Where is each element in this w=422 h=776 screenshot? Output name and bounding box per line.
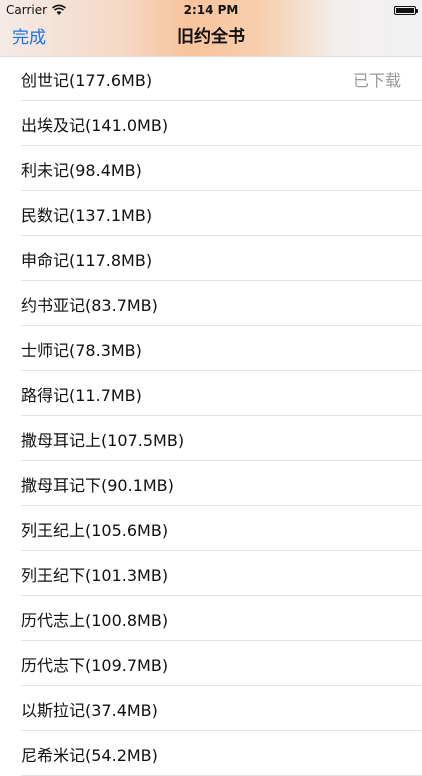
book-label: 利未记(98.4MB) bbox=[21, 160, 142, 180]
book-label: 民数记(137.1MB) bbox=[21, 205, 153, 225]
book-label: 历代志下(109.7MB) bbox=[21, 655, 169, 675]
book-label: 出埃及记(141.0MB) bbox=[21, 115, 169, 135]
list-item[interactable]: 撒母耳记上(107.5MB) bbox=[0, 416, 422, 461]
list-item[interactable]: 以斯拉记(37.4MB) bbox=[0, 686, 422, 731]
list-item[interactable]: 路得记(11.7MB) bbox=[0, 371, 422, 416]
book-label: 申命记(117.8MB) bbox=[21, 250, 153, 270]
book-label: 约书亚记(83.7MB) bbox=[21, 295, 158, 315]
list-item[interactable]: 士师记(78.3MB) bbox=[0, 326, 422, 371]
book-label: 创世记(177.6MB) bbox=[21, 70, 153, 90]
status-time: 2:14 PM bbox=[183, 3, 239, 17]
list-item[interactable]: 民数记(137.1MB) bbox=[0, 191, 422, 236]
status-bar: Carrier 2:14 PM bbox=[0, 0, 422, 20]
list-item[interactable]: 出埃及记(141.0MB) bbox=[0, 101, 422, 146]
list-item[interactable]: 约书亚记(83.7MB) bbox=[0, 281, 422, 326]
book-label: 士师记(78.3MB) bbox=[21, 340, 142, 360]
list-item[interactable]: 列王纪上(105.6MB) bbox=[0, 506, 422, 551]
navigation-bar: Carrier 2:14 PM 完成 旧约全书 bbox=[0, 0, 422, 57]
book-label: 列王纪下(101.3MB) bbox=[21, 565, 169, 585]
book-label: 历代志上(100.8MB) bbox=[21, 610, 169, 630]
book-label: 尼希米记(54.2MB) bbox=[21, 745, 158, 765]
battery-icon bbox=[394, 6, 418, 15]
list-item[interactable]: 申命记(117.8MB) bbox=[0, 236, 422, 281]
book-list: 创世记(177.6MB) 已下载 出埃及记(141.0MB) 利未记(98.4MB… bbox=[0, 56, 422, 776]
page-title: 旧约全书 bbox=[177, 27, 245, 47]
book-label: 撒母耳记上(107.5MB) bbox=[21, 430, 185, 450]
book-label: 撒母耳记下(90.1MB) bbox=[21, 475, 174, 495]
download-status: 已下载 bbox=[352, 70, 401, 90]
list-item[interactable]: 撒母耳记下(90.1MB) bbox=[0, 461, 422, 506]
list-item[interactable]: 历代志下(109.7MB) bbox=[0, 641, 422, 686]
list-item[interactable]: 历代志上(100.8MB) bbox=[0, 596, 422, 641]
list-item[interactable]: 创世记(177.6MB) 已下载 bbox=[0, 56, 422, 101]
book-label: 以斯拉记(37.4MB) bbox=[21, 700, 158, 720]
list-item[interactable]: 列王纪下(101.3MB) bbox=[0, 551, 422, 596]
book-label: 列王纪上(105.6MB) bbox=[21, 520, 169, 540]
book-label: 路得记(11.7MB) bbox=[21, 385, 142, 405]
list-item[interactable]: 利未记(98.4MB) bbox=[0, 146, 422, 191]
list-item[interactable]: 尼希米记(54.2MB) bbox=[0, 731, 422, 776]
